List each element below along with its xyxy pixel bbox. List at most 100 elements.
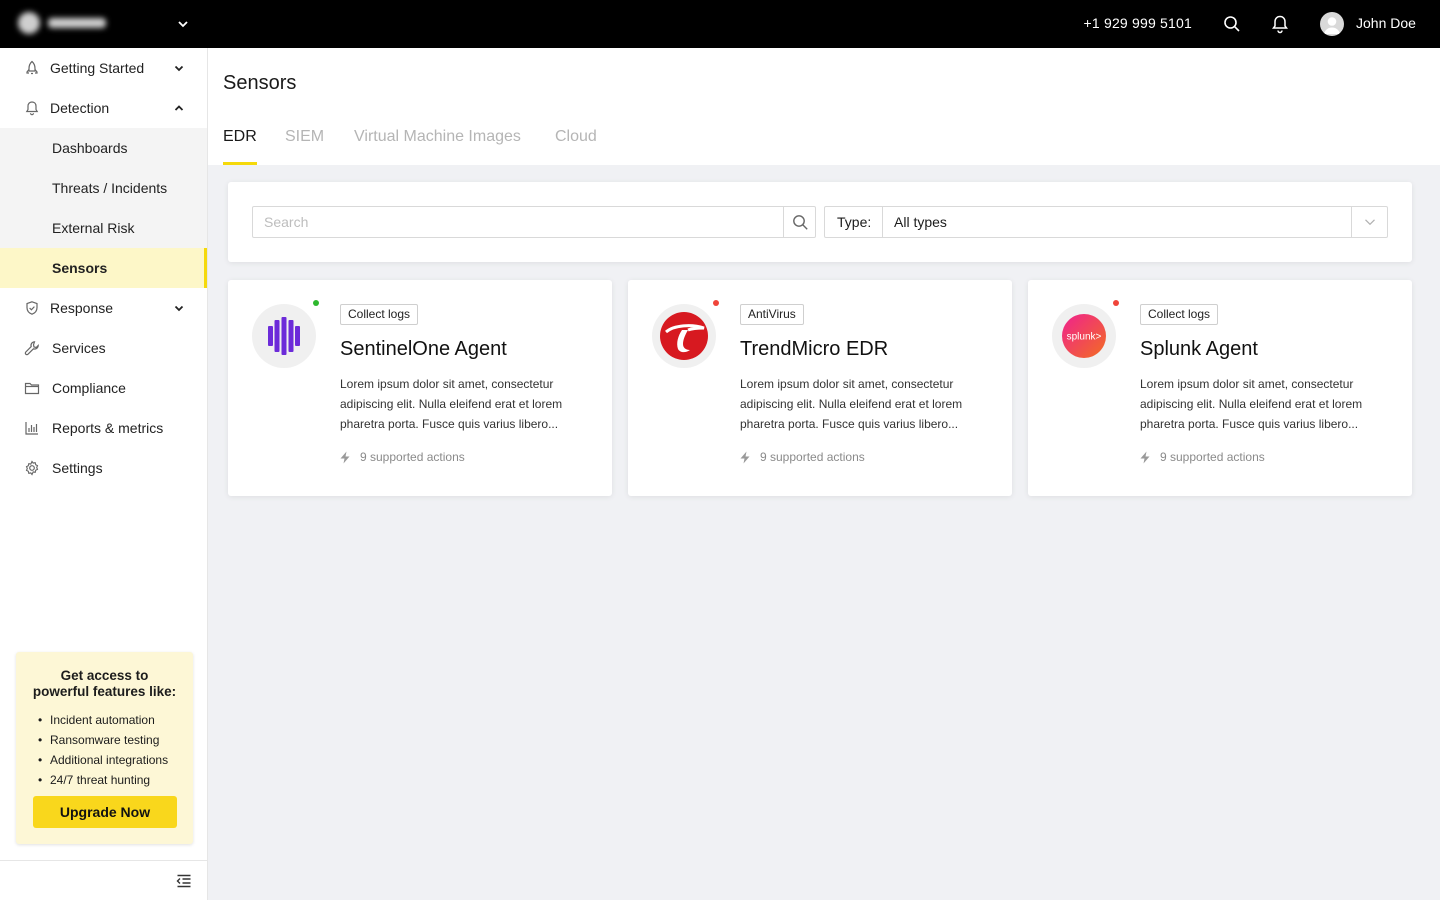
card-description: Lorem ipsum dolor sit amet, consectetur … (740, 377, 963, 431)
supported-actions-label: 9 supported actions (760, 450, 865, 464)
sensor-card-trendmicro[interactable]: AntiVirus TrendMicro EDR Lorem ipsum dol… (628, 280, 1012, 496)
upgrade-promo: Get access to powerful features like: In… (16, 652, 193, 844)
card-tag: Collect logs (340, 304, 419, 325)
page-title: Sensors (223, 72, 297, 94)
sensor-card-sentinelone[interactable]: Collect logs SentinelOne Agent Lorem ips… (228, 280, 612, 496)
sidebar-item-label: Reports & metrics (52, 420, 164, 436)
bell-icon (25, 101, 39, 116)
lightning-icon (740, 451, 750, 464)
tab-edr[interactable]: EDR (223, 128, 257, 165)
lightning-icon (340, 451, 350, 464)
sidebar: Getting Started Detection Dashboards Thr… (0, 48, 208, 900)
chevron-down-icon[interactable] (176, 17, 190, 31)
search-icon (793, 215, 808, 230)
type-label: Type: (825, 207, 883, 237)
chevron-down-icon (1365, 219, 1375, 226)
promo-title-line: powerful features like: (32, 684, 177, 699)
user-avatar[interactable] (1320, 12, 1344, 36)
sidebar-item-getting-started[interactable]: Getting Started (0, 48, 207, 88)
filter-panel: Type: All types (228, 182, 1412, 262)
sidebar-item-label: Dashboards (52, 140, 128, 156)
bar-chart-icon (25, 422, 38, 435)
lightning-icon (1140, 451, 1150, 464)
search-input[interactable] (252, 206, 784, 238)
supported-actions-label: 9 supported actions (360, 450, 465, 464)
promo-title-line: Get access to (60, 668, 149, 683)
sidebar-item-label: Services (52, 340, 106, 356)
sensor-card-splunk[interactable]: splunk> Collect logs Splunk Agent Lorem … (1028, 280, 1412, 496)
type-selected-value: All types (894, 214, 947, 230)
phone-number[interactable]: +1 929 999 5101 (1084, 15, 1193, 31)
sidebar-item-compliance[interactable]: Compliance (0, 368, 207, 408)
sidebar-item-label: Getting Started (50, 60, 145, 76)
username[interactable]: John Doe (1356, 15, 1416, 31)
search-icon[interactable] (1223, 15, 1241, 33)
promo-feature-list: Incident automation Ransomware testing A… (38, 710, 168, 790)
sidebar-item-sensors[interactable]: Sensors (0, 248, 207, 288)
card-title: Splunk Agent (1140, 338, 1258, 360)
status-indicator (713, 300, 719, 306)
top-bar: +1 929 999 5101 John Doe (0, 0, 1440, 48)
sidebar-footer (0, 860, 207, 900)
sidebar-item-dashboards[interactable]: Dashboards (0, 128, 207, 168)
status-indicator (313, 300, 319, 306)
splunk-logo: splunk> (1052, 304, 1116, 368)
sidebar-item-label: Settings (52, 460, 103, 476)
card-description: Lorem ipsum dolor sit amet, consectetur … (340, 377, 563, 431)
promo-feature: Additional integrations (38, 750, 168, 770)
chevron-down-icon (174, 65, 184, 72)
card-title: SentinelOne Agent (340, 338, 507, 360)
tab-cloud[interactable]: Cloud (555, 128, 597, 146)
trendmicro-logo-icon (660, 312, 708, 360)
tab-siem[interactable]: SIEM (285, 128, 324, 146)
wrench-icon (24, 341, 39, 356)
sidebar-item-label: Compliance (52, 380, 126, 396)
type-select[interactable]: Type: All types (824, 206, 1388, 238)
sentinelone-logo-icon (268, 317, 300, 355)
chevron-up-icon (174, 105, 184, 111)
trendmicro-logo (652, 304, 716, 368)
brand-mark (18, 12, 40, 34)
supported-actions-label: 9 supported actions (1160, 450, 1265, 464)
promo-feature: 24/7 threat hunting (38, 770, 168, 790)
page-header: Sensors EDR SIEM Virtual Machine Images … (208, 48, 1440, 165)
sentinelone-logo (252, 304, 316, 368)
sidebar-item-label: External Risk (52, 220, 135, 236)
chevron-down-icon (174, 305, 184, 312)
sidebar-item-threats-incidents[interactable]: Threats / Incidents (0, 168, 207, 208)
promo-title: Get access to powerful features like: (16, 668, 193, 700)
collapse-sidebar-icon[interactable] (176, 873, 192, 889)
sidebar-item-response[interactable]: Response (0, 288, 207, 328)
sidebar-item-external-risk[interactable]: External Risk (0, 208, 207, 248)
shield-check-icon (26, 301, 38, 315)
detection-submenu: Dashboards Threats / Incidents External … (0, 128, 207, 288)
rocket-icon (26, 60, 38, 75)
gear-icon (25, 460, 39, 476)
splunk-logo-icon: splunk> (1062, 314, 1106, 358)
sidebar-item-label: Detection (50, 100, 110, 116)
type-dropdown-toggle[interactable] (1351, 207, 1387, 237)
sidebar-item-services[interactable]: Services (0, 328, 207, 368)
sidebar-item-label: Threats / Incidents (52, 180, 168, 196)
sidebar-item-label: Sensors (52, 260, 108, 276)
sidebar-item-reports[interactable]: Reports & metrics (0, 408, 207, 448)
promo-feature: Incident automation (38, 710, 168, 730)
search-button[interactable] (783, 206, 816, 238)
card-tag: Collect logs (1140, 304, 1219, 325)
card-title: TrendMicro EDR (740, 338, 889, 360)
folder-icon (24, 382, 40, 395)
card-description: Lorem ipsum dolor sit amet, consectetur … (1140, 377, 1363, 431)
status-indicator (1113, 300, 1119, 306)
bell-icon[interactable] (1271, 14, 1289, 34)
sidebar-item-settings[interactable]: Settings (0, 448, 207, 488)
splunk-logo-text: splunk> (1067, 332, 1102, 343)
brand-name (48, 18, 106, 28)
user-icon (1324, 17, 1340, 34)
upgrade-now-button[interactable]: Upgrade Now (33, 796, 177, 828)
promo-feature: Ransomware testing (38, 730, 168, 750)
sidebar-item-detection[interactable]: Detection (0, 88, 207, 128)
tab-virtual-machine-images[interactable]: Virtual Machine Images (354, 128, 521, 146)
card-tag: AntiVirus (740, 304, 804, 325)
brand-logo[interactable] (18, 12, 106, 34)
sidebar-item-label: Response (50, 300, 114, 316)
